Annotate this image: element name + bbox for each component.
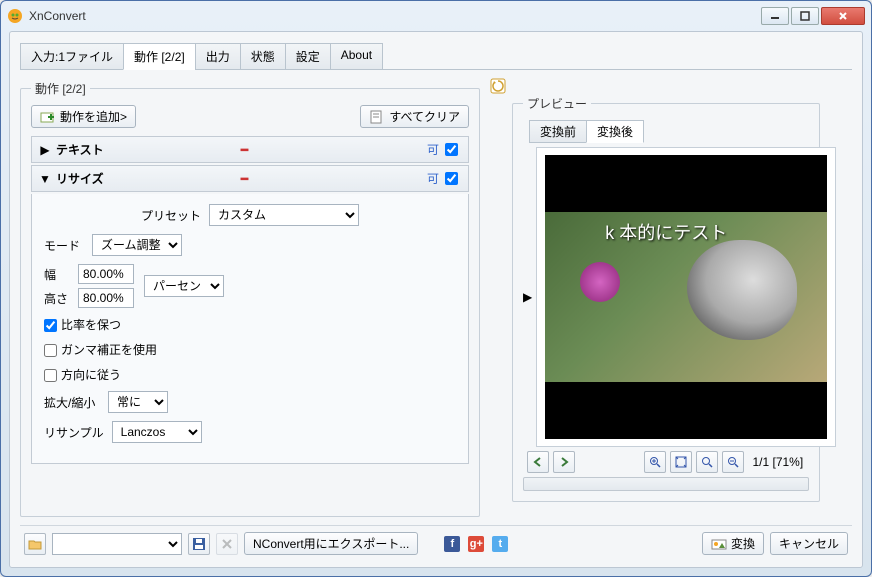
facebook-icon[interactable]: f	[444, 536, 460, 552]
preview-canvas: k 本的にテスト	[545, 155, 827, 439]
resample-label: リサンプル	[44, 424, 104, 441]
action-text-label: テキスト	[56, 141, 235, 158]
delete-icon	[216, 533, 238, 555]
mode-select[interactable]: ズーム調整	[92, 234, 182, 256]
add-action-button[interactable]: 動作を追加>	[31, 105, 136, 128]
close-button[interactable]	[821, 7, 865, 25]
scale-select[interactable]: 常に	[108, 391, 168, 413]
preset-label: プリセット	[141, 207, 201, 224]
client-area: 入力:1ファイル 動作 [2/2] 出力 状態 設定 About 動作 [2/2…	[9, 31, 863, 568]
orientation-checkbox[interactable]: 方向に従う	[44, 366, 121, 383]
preview-legend: プレビュー	[523, 95, 591, 112]
maximize-button[interactable]	[791, 7, 819, 25]
action-text-badge: 可	[427, 141, 439, 158]
convert-button[interactable]: 変換	[702, 532, 764, 555]
cancel-label: キャンセル	[779, 535, 839, 552]
cancel-button[interactable]: キャンセル	[770, 532, 848, 555]
action-resize-enabled-checkbox[interactable]	[445, 172, 458, 185]
titlebar: XnConvert	[1, 1, 871, 31]
tab-actions[interactable]: 動作 [2/2]	[123, 43, 196, 70]
resize-settings: プリセット カスタム モード ズーム調整 幅	[31, 194, 469, 464]
preview-area: プレビュー 変換前 変換後 ▶ k 本的にテスト	[490, 80, 852, 517]
window-buttons	[761, 7, 865, 25]
next-image-button[interactable]	[553, 451, 575, 473]
clear-all-button[interactable]: すべてクリア	[360, 105, 469, 128]
keep-ratio-checkbox[interactable]: 比率を保つ	[44, 316, 121, 333]
action-resize-label: リサイズ	[56, 170, 235, 187]
tab-about[interactable]: About	[330, 43, 383, 70]
preset-select[interactable]: カスタム	[209, 204, 359, 226]
zoom-fit-button[interactable]	[670, 451, 692, 473]
preview-group: プレビュー 変換前 変換後 ▶ k 本的にテスト	[512, 95, 820, 502]
height-input[interactable]	[78, 288, 134, 308]
social-icons: f g+ t	[444, 536, 508, 552]
window-title: XnConvert	[29, 9, 761, 23]
actions-legend: 動作 [2/2]	[31, 80, 90, 97]
convert-icon	[711, 536, 727, 552]
export-nconvert-button[interactable]: NConvert用にエクスポート...	[244, 532, 418, 555]
paper-icon	[369, 109, 385, 125]
prev-image-button[interactable]	[527, 451, 549, 473]
expand-icon: ▶	[38, 143, 52, 157]
twitter-icon[interactable]: t	[492, 536, 508, 552]
main-tabs: 入力:1ファイル 動作 [2/2] 出力 状態 設定 About	[20, 42, 852, 70]
action-row-text[interactable]: ▶ テキスト ━ 可	[31, 136, 469, 163]
width-label: 幅	[44, 266, 72, 283]
preview-tab-before[interactable]: 変換前	[529, 120, 587, 143]
add-action-label: 動作を追加>	[60, 108, 127, 125]
tab-output[interactable]: 出力	[195, 43, 241, 70]
preset-footer-select[interactable]	[52, 533, 182, 555]
action-row-resize[interactable]: ▼ リサイズ ━ 可	[31, 165, 469, 192]
preview-counter: 1/1 [71%]	[752, 455, 803, 469]
gamma-checkbox[interactable]: ガンマ補正を使用	[44, 341, 157, 358]
open-folder-button[interactable]	[24, 533, 46, 555]
preview-tab-after[interactable]: 変換後	[586, 120, 644, 143]
action-text-enabled-checkbox[interactable]	[445, 143, 458, 156]
tab-settings[interactable]: 設定	[285, 43, 331, 70]
plus-icon	[40, 109, 56, 125]
zoom-actual-button[interactable]	[696, 451, 718, 473]
app-window: XnConvert 入力:1ファイル 動作 [2/2] 出力 状態 設定 Abo…	[0, 0, 872, 577]
app-icon	[7, 8, 23, 24]
tab-input[interactable]: 入力:1ファイル	[20, 43, 124, 70]
actions-group: 動作 [2/2] 動作を追加> すべてクリア ▶ テキスト ━	[20, 80, 480, 517]
preview-refresh-icon[interactable]	[490, 78, 506, 94]
collapse-icon: ▼	[38, 172, 52, 186]
footer: NConvert用にエクスポート... f g+ t 変換 キャンセル	[20, 525, 852, 561]
height-label: 高さ	[44, 290, 72, 307]
convert-label: 変換	[731, 535, 755, 552]
preview-controls: 1/1 [71%]	[523, 451, 809, 473]
preview-frame: k 本的にテスト	[536, 147, 836, 447]
save-icon[interactable]	[188, 533, 210, 555]
unit-select[interactable]: パーセント	[144, 275, 224, 297]
tab-status[interactable]: 状態	[240, 43, 286, 70]
resample-select[interactable]: Lanczos	[112, 421, 202, 443]
clear-all-label: すべてクリア	[389, 108, 460, 125]
zoom-in-button[interactable]	[644, 451, 666, 473]
remove-action-icon[interactable]: ━	[241, 143, 248, 157]
mode-label: モード	[44, 237, 84, 254]
zoom-out-button[interactable]	[722, 451, 744, 473]
preview-prev-arrow[interactable]: ▶	[523, 290, 532, 304]
remove-action-icon[interactable]: ━	[241, 172, 248, 186]
googleplus-icon[interactable]: g+	[468, 536, 484, 552]
scale-label: 拡大/縮小	[44, 394, 100, 411]
preview-overlay-text: k 本的にテスト	[605, 219, 727, 245]
width-input[interactable]	[78, 264, 134, 284]
action-resize-badge: 可	[427, 170, 439, 187]
minimize-button[interactable]	[761, 7, 789, 25]
preview-scrollbar[interactable]	[523, 477, 809, 491]
